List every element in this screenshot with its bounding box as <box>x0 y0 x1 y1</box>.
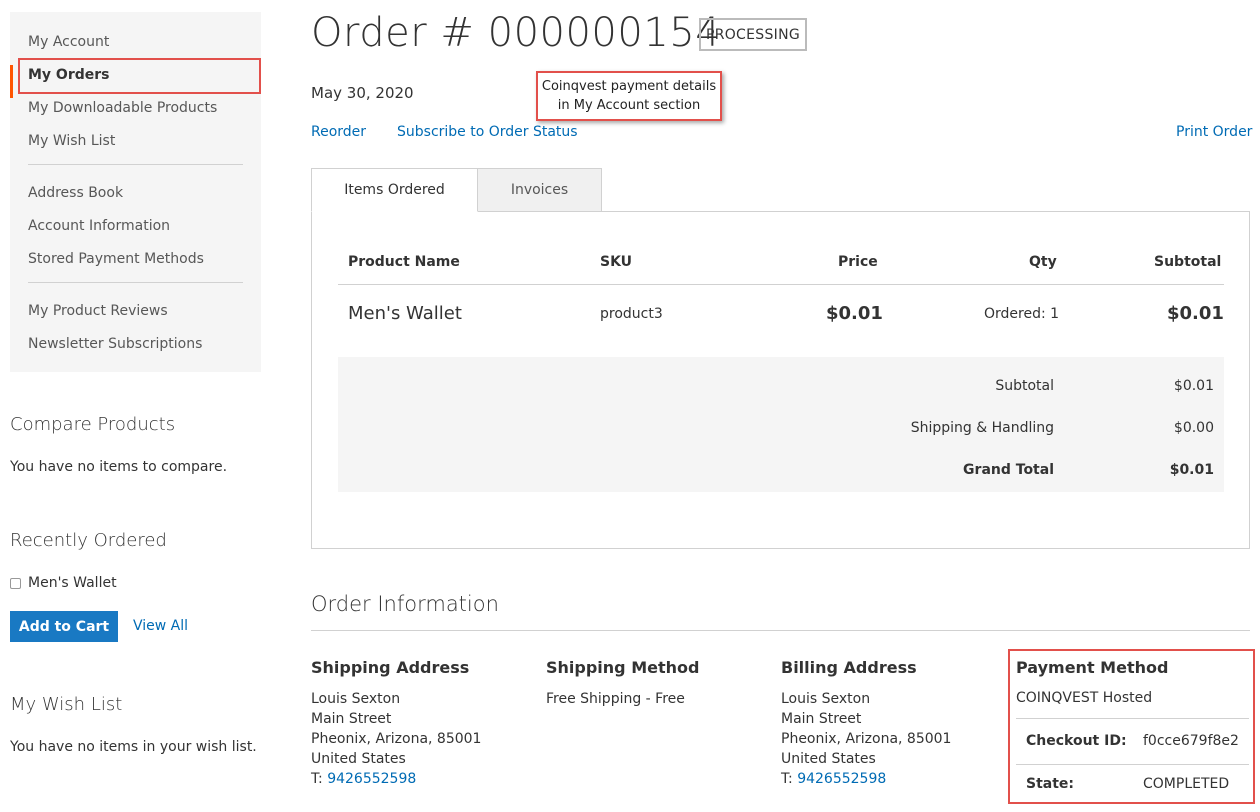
payment-method-title: Payment Method <box>1016 658 1169 677</box>
billing-phone-line: T: 9426552598 <box>781 769 951 789</box>
order-information-divider <box>311 630 1250 631</box>
checkout-id-label: Checkout ID: <box>1026 733 1127 749</box>
tab-invoices[interactable]: Invoices <box>477 168 602 212</box>
add-to-cart-button[interactable]: Add to Cart <box>10 611 118 642</box>
order-date: May 30, 2020 <box>311 84 414 102</box>
reorder-link[interactable]: Reorder <box>311 124 366 140</box>
grand-total-value: $0.01 <box>1169 462 1214 478</box>
shipping-city: Pheonix, Arizona, 85001 <box>311 731 482 747</box>
shipping-method-value: Free Shipping - Free <box>546 691 685 707</box>
recently-ordered-title: Recently Ordered <box>10 530 167 551</box>
my-orders-highlight-box <box>18 58 261 94</box>
recent-item-label: Men's Wallet <box>28 575 117 591</box>
payment-divider <box>1016 718 1249 719</box>
shipping-handling-value: $0.00 <box>1173 420 1214 436</box>
sidebar-item-account-information[interactable]: Account Information <box>10 216 261 249</box>
column-header-subtotal: Subtotal <box>1154 254 1222 270</box>
billing-address-title: Billing Address <box>781 658 917 677</box>
sidebar-item-address-book[interactable]: Address Book <box>10 183 261 216</box>
payment-divider <box>1016 764 1249 765</box>
recent-item-checkbox[interactable] <box>10 577 21 589</box>
checkout-id-value: f0cce679f8e2 <box>1143 733 1239 749</box>
billing-name: Louis Sexton <box>781 691 871 707</box>
compare-products-title: Compare Products <box>10 414 176 435</box>
subtotal-value: $0.01 <box>1173 378 1214 394</box>
print-order-link[interactable]: Print Order <box>1176 124 1252 140</box>
shipping-method-title: Shipping Method <box>546 658 700 677</box>
subtotal-cell: $0.01 <box>1167 303 1224 324</box>
billing-city: Pheonix, Arizona, 85001 <box>781 731 952 747</box>
table-header-divider <box>338 284 1224 285</box>
recent-item: Men's Wallet <box>10 575 117 591</box>
order-information-title: Order Information <box>311 592 499 616</box>
sidebar-item-stored-payment-methods[interactable]: Stored Payment Methods <box>10 249 261 282</box>
shipping-street: Main Street <box>311 711 392 727</box>
nav-divider <box>28 282 243 283</box>
billing-phone-link[interactable]: 9426552598 <box>797 771 886 787</box>
shipping-handling-label: Shipping & Handling <box>910 420 1054 436</box>
shipping-name: Louis Sexton <box>311 691 401 707</box>
grand-total-label: Grand Total <box>963 462 1054 478</box>
payment-method-name: COINQVEST Hosted <box>1016 690 1153 706</box>
billing-country: United States <box>781 751 876 767</box>
wish-list-title: My Wish List <box>10 694 123 715</box>
tab-items-ordered[interactable]: Items Ordered <box>311 168 478 212</box>
wish-list-empty-text: You have no items in your wish list. <box>10 739 257 755</box>
shipping-phone-link[interactable]: 9426552598 <box>327 771 416 787</box>
page-title: Order # 000000154 <box>311 10 722 56</box>
product-name-cell: Men's Wallet <box>348 303 462 324</box>
nav-divider <box>28 164 243 165</box>
view-all-link[interactable]: View All <box>133 618 188 634</box>
shipping-address-block: Louis Sexton Main Street Pheonix, Arizon… <box>311 689 481 789</box>
billing-address-block: Louis Sexton Main Street Pheonix, Arizon… <box>781 689 951 789</box>
sidebar-item-downloadable-products[interactable]: My Downloadable Products <box>10 98 261 131</box>
state-value: COMPLETED <box>1143 776 1230 792</box>
order-totals <box>338 357 1224 492</box>
billing-phone-prefix: T: <box>781 771 798 787</box>
qty-cell: Ordered: 1 <box>984 306 1060 322</box>
price-cell: $0.01 <box>826 303 883 324</box>
subscribe-order-status-link[interactable]: Subscribe to Order Status <box>397 124 578 140</box>
shipping-phone-prefix: T: <box>311 771 328 787</box>
billing-street: Main Street <box>781 711 862 727</box>
sku-cell: product3 <box>600 306 663 322</box>
annotation-callout: Coinqvest payment details in My Account … <box>536 71 722 121</box>
column-header-product-name: Product Name <box>348 254 460 270</box>
shipping-address-title: Shipping Address <box>311 658 470 677</box>
state-label: State: <box>1026 776 1075 792</box>
subtotal-label: Subtotal <box>995 378 1054 394</box>
shipping-phone-line: T: 9426552598 <box>311 769 481 789</box>
sidebar-item-wish-list[interactable]: My Wish List <box>10 131 261 164</box>
column-header-sku: SKU <box>600 254 633 270</box>
sidebar-item-newsletter[interactable]: Newsletter Subscriptions <box>10 334 261 367</box>
compare-empty-text: You have no items to compare. <box>10 459 228 475</box>
column-header-price: Price <box>838 254 878 270</box>
sidebar-item-product-reviews[interactable]: My Product Reviews <box>10 301 261 334</box>
column-header-qty: Qty <box>1029 254 1057 270</box>
shipping-country: United States <box>311 751 406 767</box>
status-badge: PROCESSING <box>699 18 807 51</box>
